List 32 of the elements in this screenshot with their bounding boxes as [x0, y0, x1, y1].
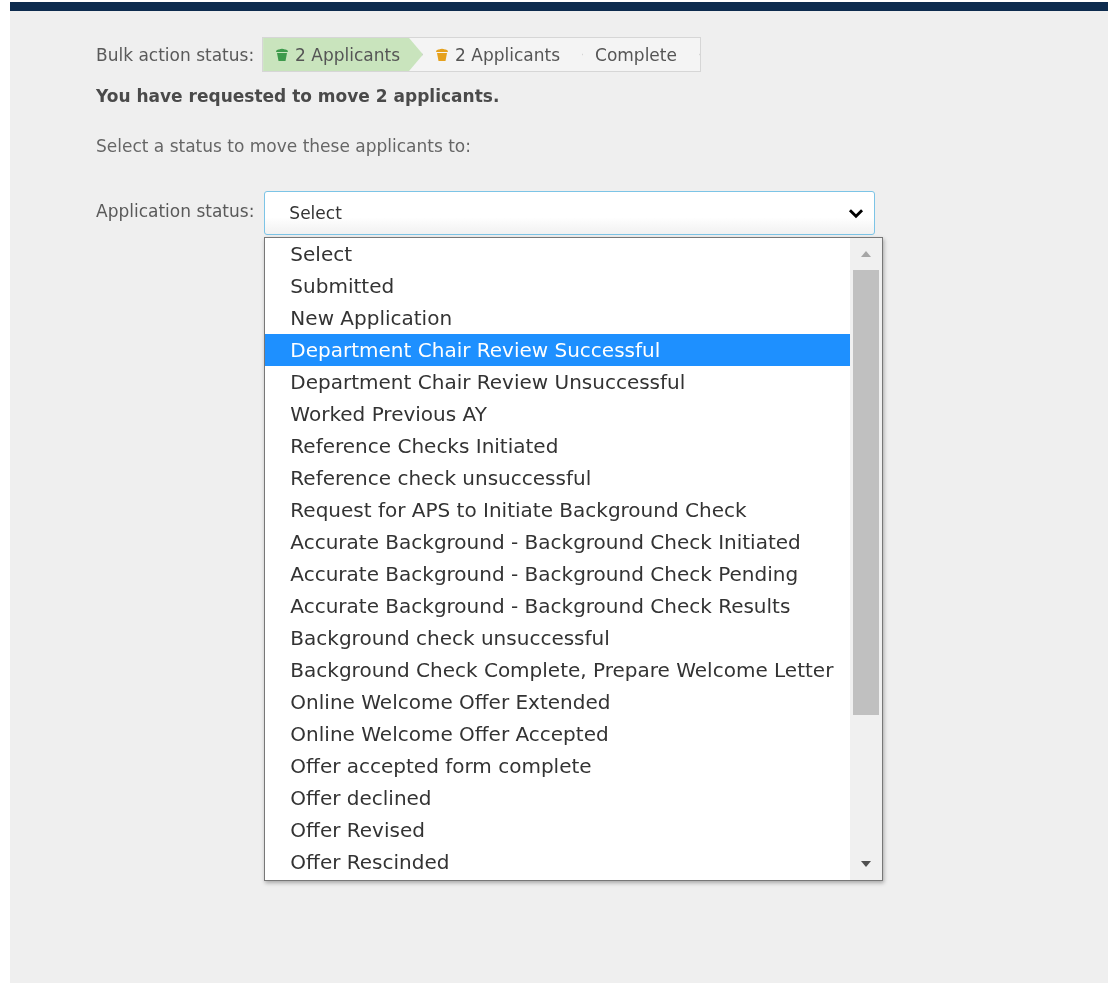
chevron-down-icon [848, 207, 865, 219]
status-step: 2 Applicants [423, 38, 583, 71]
status-step: 2 Applicants [263, 38, 424, 71]
application-status-label: Application status: [96, 201, 255, 221]
status-select[interactable]: Select [264, 191, 876, 235]
status-option[interactable]: Background Check Complete, Prepare Welcome Letter [265, 654, 851, 686]
status-option[interactable]: Reference Checks Initiated [265, 430, 851, 462]
status-option[interactable]: Submitted [265, 270, 851, 302]
status-option[interactable]: Background check unsuccessful [265, 622, 851, 654]
scroll-down-icon[interactable] [860, 860, 873, 868]
status-option[interactable]: Reference check unsuccessful [265, 462, 851, 494]
instruction-text: Select a status to move these applicants to: [96, 136, 472, 156]
scrollbar[interactable] [850, 238, 883, 880]
request-message: You have requested to move 2 applicants. [96, 86, 501, 106]
status-option[interactable]: Offer Rescinded [265, 846, 851, 878]
status-option[interactable]: Accurate Background - Background Check Results [265, 590, 851, 622]
status-option[interactable]: Offer declined [265, 782, 851, 814]
status-option[interactable]: Department Chair Review Unsuccessful [265, 366, 851, 398]
status-option[interactable]: Offer accepted form complete [265, 750, 851, 782]
status-option[interactable]: Online Welcome Offer Extended [265, 686, 851, 718]
status-option[interactable]: Worked Previous AY [265, 398, 851, 430]
status-option[interactable]: Accurate Background - Background Check Initiated [265, 526, 851, 558]
status-option[interactable]: New Application [265, 302, 851, 334]
status-option[interactable]: Online Welcome Offer Accepted [265, 718, 851, 750]
scroll-up-icon[interactable] [860, 250, 873, 258]
status-step: Complete [583, 38, 700, 71]
scroll-thumb[interactable] [853, 270, 880, 715]
status-option[interactable]: Select [265, 238, 851, 270]
status-option[interactable]: Accurate Background - Background Check Pending [265, 558, 851, 590]
bulk-status-label: Bulk action status: [96, 44, 255, 65]
status-option[interactable]: Request for APS to Initiate Background Check [265, 494, 851, 526]
status-option[interactable]: Offer Revised [265, 814, 851, 846]
